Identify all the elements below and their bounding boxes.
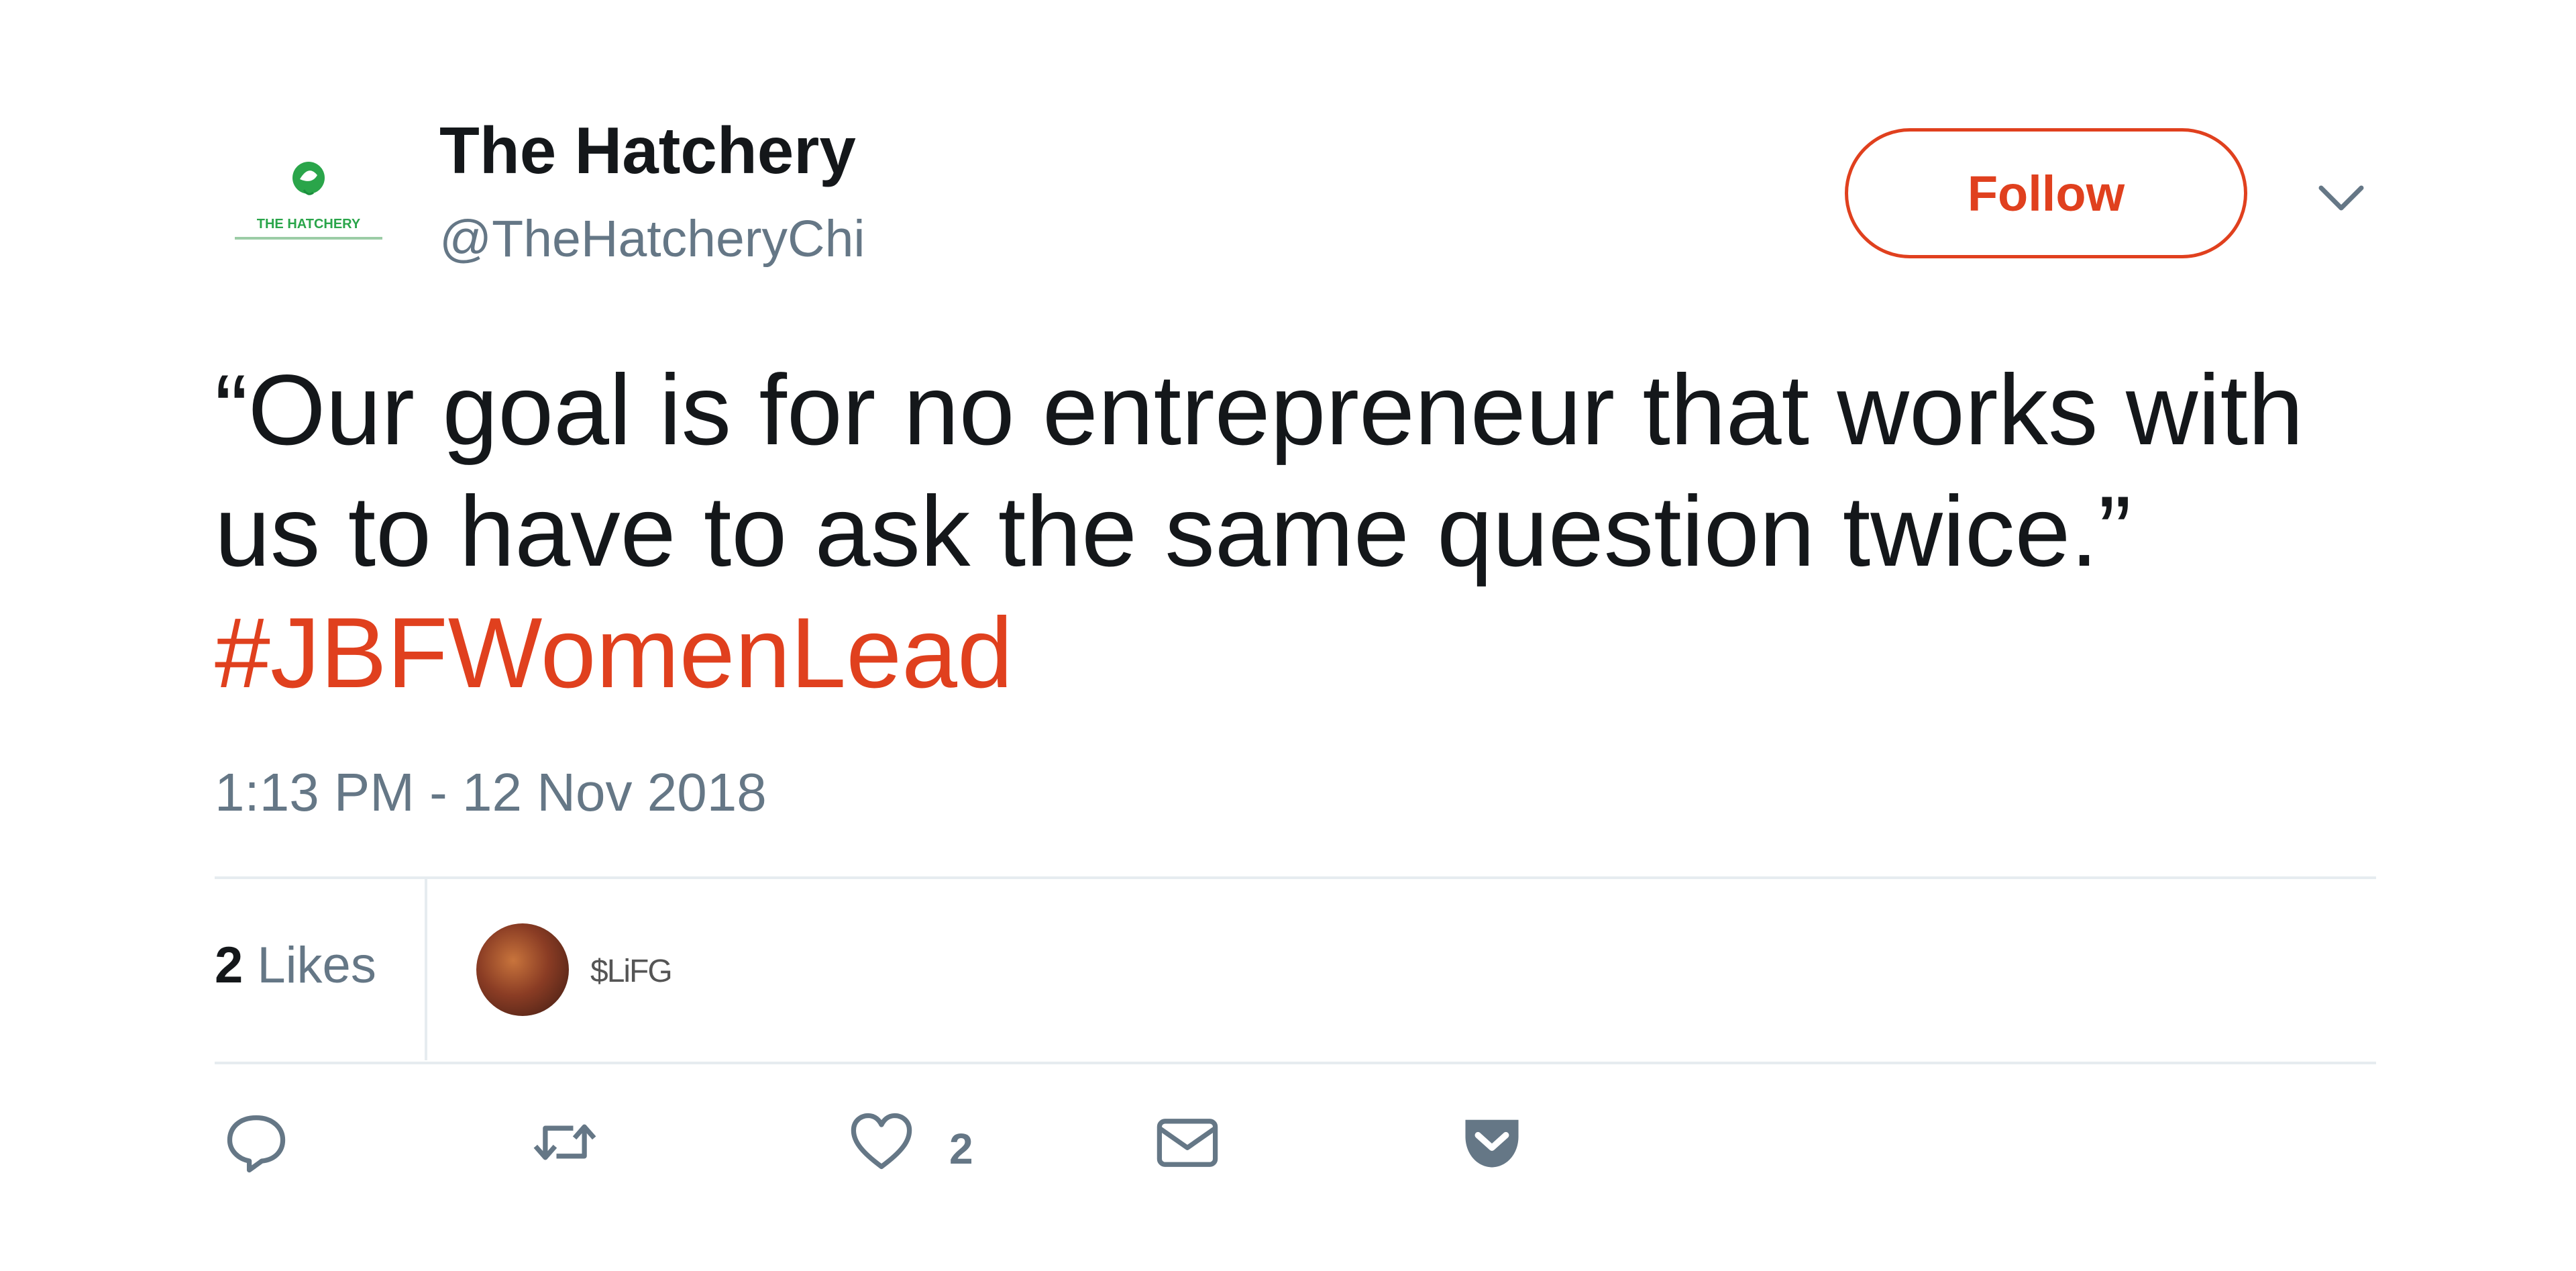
reply-icon [227,1115,286,1173]
stats-vertical-divider [425,879,427,1060]
dm-button[interactable] [1152,1107,1222,1177]
chevron-down-icon[interactable] [2314,178,2368,218]
stats-bottom-divider [215,1062,2376,1064]
retweet-icon [533,1124,596,1160]
pocket-icon [1465,1119,1519,1168]
tweet-timestamp[interactable]: 1:13 PM - 12 Nov 2018 [215,762,767,823]
like-button[interactable] [847,1107,916,1177]
tweet-text: “Our goal is for no entrepreneur that wo… [215,349,2428,713]
mail-icon [1157,1119,1218,1167]
account-name[interactable]: The Hatchery [439,113,856,189]
hashtag-link[interactable]: #JBFWomenLead [215,597,1013,709]
liker-avatar[interactable] [476,923,569,1016]
likes-label: Likes [257,937,376,994]
follow-button[interactable]: Follow [1845,128,2247,258]
tweet-body: “Our goal is for no entrepreneur that wo… [215,354,2304,587]
stats-top-divider [215,876,2376,879]
like-count: 2 [949,1125,973,1173]
avatar-logo-text: THE HATCHERY [257,217,361,232]
account-handle[interactable]: @TheHatcheryChi [439,209,865,269]
reply-button[interactable] [221,1107,291,1177]
account-avatar[interactable]: THE HATCHERY [225,151,392,252]
pocket-button[interactable] [1457,1107,1527,1177]
heart-icon [851,1113,912,1170]
retweet-button[interactable] [530,1107,600,1177]
likes-count: 2 [215,937,244,994]
liker-name: $LiFG [590,954,673,989]
likes-stat[interactable]: 2 Likes [215,936,376,995]
